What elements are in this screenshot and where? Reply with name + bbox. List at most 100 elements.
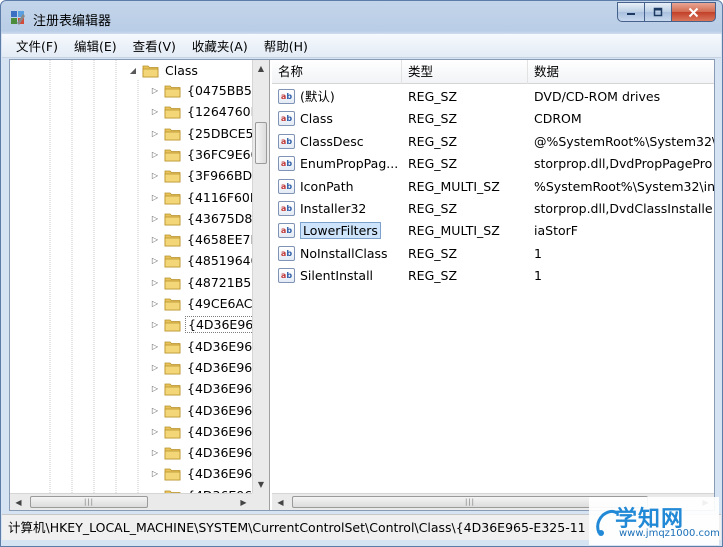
tree-item[interactable]: ▷ {4D36E969 — [150, 400, 262, 421]
value-row[interactable]: ab LowerFilters REG_MULTI_SZ iaStorF — [272, 220, 714, 242]
tree-item[interactable]: ▷ {49CE6AC8 — [150, 293, 262, 314]
tree-item-label: {36FC9E60 — [187, 146, 259, 162]
tree-item[interactable]: ▷ {4116F60B — [150, 187, 260, 208]
tree-item[interactable]: ▷ {0475BB51 — [150, 80, 262, 101]
expand-triangle-icon[interactable]: ▷ — [150, 469, 160, 479]
value-row[interactable]: ab Class REG_SZ CDROM — [272, 108, 714, 130]
value-type-cell: REG_SZ — [408, 268, 458, 284]
list-header: 名称 类型 数据 — [272, 60, 714, 84]
collapse-triangle-icon[interactable]: ◢ — [128, 66, 138, 76]
key-tree-pane[interactable]: ◢ Class ▷ {0475BB51 ▷ {1264760F ▷ {25DBC… — [10, 60, 270, 510]
scroll-right-arrow-icon[interactable]: ▶ — [235, 494, 252, 510]
value-row[interactable]: ab NoInstallClass REG_SZ 1 — [272, 243, 714, 265]
folder-open-icon — [142, 65, 159, 78]
folder-icon — [164, 234, 181, 247]
folder-icon — [164, 426, 181, 439]
tree-item[interactable]: ▷ {4D36E966 — [150, 336, 262, 357]
value-row[interactable]: ab IconPath REG_MULTI_SZ %SystemRoot%\Sy… — [272, 176, 714, 198]
registry-editor-window: 注册表编辑器 文件(F) 编辑(E) 查看(V) 收藏夹(A) 帮助(H) ◢ … — [0, 0, 723, 547]
tree-item[interactable]: ▷ {4D36E967 — [150, 357, 262, 378]
column-header-type[interactable]: 类型 — [402, 60, 528, 84]
expand-triangle-icon[interactable]: ▷ — [150, 86, 160, 96]
menu-help[interactable]: 帮助(H) — [258, 34, 314, 57]
value-name-cell: Installer32 — [300, 201, 367, 216]
menu-favorites[interactable]: 收藏夹(A) — [186, 34, 254, 57]
client-area: ◢ Class ▷ {0475BB51 ▷ {1264760F ▷ {25DBC… — [9, 59, 715, 511]
tree-item-label: {1264760F — [187, 104, 258, 120]
tree-item[interactable]: ▷ {4D36E968 — [150, 378, 262, 399]
minimize-button[interactable] — [617, 2, 645, 22]
scroll-left-arrow-icon[interactable]: ◀ — [272, 494, 289, 510]
tree-item-class[interactable]: ◢ Class — [128, 60, 200, 81]
expand-triangle-icon[interactable]: ▷ — [150, 192, 160, 202]
expand-triangle-icon[interactable]: ▷ — [150, 128, 160, 138]
expand-triangle-icon[interactable]: ▷ — [150, 426, 160, 436]
menu-view[interactable]: 查看(V) — [127, 34, 182, 57]
value-name-cell: IconPath — [300, 178, 354, 194]
value-type-cell: REG_SZ — [408, 111, 458, 127]
tree-item[interactable]: ▷ {4D36E96B — [150, 442, 263, 463]
expand-triangle-icon[interactable]: ▷ — [150, 256, 160, 266]
expand-triangle-icon[interactable]: ▷ — [150, 320, 160, 330]
tree-item[interactable]: ▷ {36FC9E60 — [150, 144, 261, 165]
tree-item[interactable]: ▷ {3F966BD9 — [150, 165, 262, 186]
tree-item[interactable]: ▷ {1264760F — [150, 101, 260, 122]
folder-icon — [164, 362, 181, 375]
folder-icon — [164, 277, 181, 290]
expand-triangle-icon[interactable]: ▷ — [150, 107, 160, 117]
folder-icon — [164, 405, 181, 417]
title-bar[interactable]: 注册表编辑器 — [1, 1, 722, 34]
tree-vertical-scrollbar[interactable]: ▲ ▼ — [252, 60, 269, 493]
expand-triangle-icon[interactable]: ▷ — [150, 299, 160, 309]
value-data-cell: %SystemRoot%\System32\in — [534, 178, 714, 194]
tree-item[interactable]: ▷ {4658EE7E — [150, 229, 260, 250]
menu-edit[interactable]: 编辑(E) — [68, 34, 123, 57]
tree-item-label: {4D36E969 — [187, 402, 261, 418]
close-button[interactable] — [672, 2, 716, 22]
expand-triangle-icon[interactable]: ▷ — [150, 277, 160, 287]
value-row[interactable]: ab SilentInstall REG_SZ 1 — [272, 265, 714, 287]
tree-vscroll-thumb[interactable] — [255, 122, 267, 164]
tree-horizontal-scrollbar[interactable]: ◀ ||| ▶ — [10, 493, 252, 510]
tree-item[interactable]: ▷ {48519640 — [150, 250, 261, 271]
value-row[interactable]: ab Installer32 REG_SZ storprop.dll,DvdCl… — [272, 198, 714, 220]
tree-item[interactable]: ▷ {4D36E96C — [150, 463, 263, 484]
folder-icon — [164, 128, 181, 140]
menu-file[interactable]: 文件(F) — [10, 34, 64, 57]
expand-triangle-icon[interactable]: ▷ — [150, 384, 160, 394]
expand-triangle-icon[interactable]: ▷ — [150, 235, 160, 245]
expand-triangle-icon[interactable]: ▷ — [150, 171, 160, 181]
folder-icon — [164, 149, 181, 162]
tree-item[interactable]: ▷ {25DBCE51 — [150, 123, 263, 144]
string-value-icon: ab — [278, 178, 295, 194]
scroll-left-arrow-icon[interactable]: ◀ — [10, 494, 27, 510]
tree-hscroll-thumb[interactable]: ||| — [30, 496, 148, 508]
scroll-up-arrow-icon[interactable]: ▲ — [253, 60, 269, 77]
expand-triangle-icon[interactable]: ▷ — [150, 341, 160, 351]
tree-item-label: {0475BB51 — [187, 83, 260, 98]
tree-item[interactable]: ▷ {43675D81 — [150, 208, 262, 229]
expand-triangle-icon[interactable]: ▷ — [150, 405, 160, 415]
expand-triangle-icon[interactable]: ▷ — [150, 448, 160, 458]
column-header-data[interactable]: 数据 — [528, 60, 714, 84]
scrollbar-corner — [252, 493, 269, 510]
value-name-cell: LowerFilters — [300, 220, 400, 242]
column-header-name[interactable]: 名称 — [272, 60, 402, 84]
value-row[interactable]: ab EnumPropPag... REG_SZ storprop.dll,Dv… — [272, 153, 714, 175]
maximize-button[interactable] — [645, 2, 672, 22]
expand-triangle-icon[interactable]: ▷ — [150, 362, 160, 372]
folder-icon — [164, 192, 181, 204]
expand-triangle-icon[interactable]: ▷ — [150, 213, 160, 223]
tree-item[interactable]: ▷ {4D36E96A — [150, 421, 263, 442]
scroll-down-arrow-icon[interactable]: ▼ — [253, 476, 269, 493]
expand-triangle-icon[interactable]: ▷ — [150, 149, 160, 159]
value-name-cell: ClassDesc — [300, 133, 364, 149]
registry-editor-icon — [11, 11, 25, 25]
value-name-cell: (默认) — [300, 89, 335, 104]
value-row[interactable]: ab (默认) REG_SZ DVD/CD-ROM drives — [272, 86, 714, 108]
tree-item[interactable]: ▷ {48721B56 — [150, 272, 261, 293]
value-list-pane[interactable]: 名称 类型 数据 ab (默认) REG_SZ DVD/CD-ROM drive… — [272, 60, 714, 510]
tree-item-label: {4116F60B — [187, 189, 259, 205]
tree-item[interactable]: ▷ {4D36E965 — [150, 314, 265, 335]
value-row[interactable]: ab ClassDesc REG_SZ @%SystemRoot%\System… — [272, 131, 714, 153]
